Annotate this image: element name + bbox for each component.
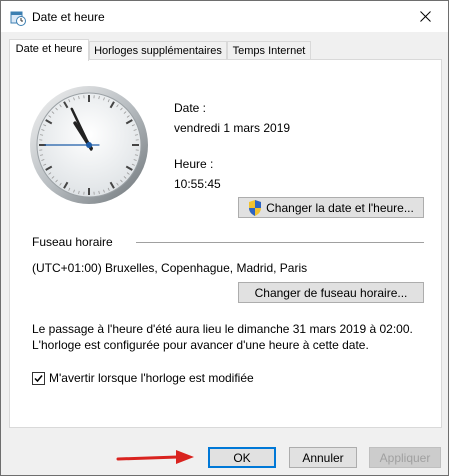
change-timezone-button[interactable]: Changer de fuseau horaire...: [238, 282, 424, 303]
date-label: Date :: [174, 101, 207, 115]
clock-calendar-icon: [10, 11, 26, 26]
cancel-button[interactable]: Annuler: [289, 447, 357, 468]
notify-checkbox[interactable]: [32, 372, 45, 385]
analog-clock: [30, 86, 148, 204]
apply-button[interactable]: Appliquer: [369, 447, 441, 468]
red-arrow-annotation: [116, 450, 194, 464]
title-bar: Date et heure: [1, 1, 448, 32]
close-icon: [419, 11, 431, 22]
change-date-time-label: Changer la date et l'heure...: [266, 200, 414, 215]
date-time-dialog: Date et heure Date et heure Horloges sup…: [0, 0, 449, 476]
timezone-section-label: Fuseau horaire: [32, 235, 113, 249]
close-button[interactable]: [402, 1, 448, 32]
clock-center: [86, 142, 92, 148]
timezone-divider: [136, 242, 424, 243]
date-value: vendredi 1 mars 2019: [174, 121, 291, 135]
notify-label[interactable]: M'avertir lorsque l'horloge est modifiée: [49, 371, 254, 385]
window-title: Date et heure: [32, 10, 105, 24]
uac-shield-icon: [249, 199, 262, 216]
dst-notice-line1: Le passage à l'heure d'été aura lieu le …: [32, 322, 413, 336]
timezone-value: (UTC+01:00) Bruxelles, Copenhague, Madri…: [32, 261, 308, 275]
tab-date-time[interactable]: Date et heure: [9, 39, 89, 61]
ok-button[interactable]: OK: [208, 447, 276, 468]
tab-panel: Date : vendredi 1 mars 2019 Heure : 10:5…: [9, 59, 442, 428]
time-label: Heure :: [174, 157, 214, 171]
checkmark-icon: [34, 375, 43, 383]
dst-notice-line2: L'horloge est configurée pour avancer d'…: [32, 338, 369, 352]
time-value: 10:55:45: [174, 177, 221, 191]
change-date-time-button[interactable]: Changer la date et l'heure...: [238, 197, 424, 218]
tab-internet-time[interactable]: Temps Internet: [227, 41, 311, 60]
tab-additional-clocks[interactable]: Horloges supplémentaires: [89, 41, 227, 60]
